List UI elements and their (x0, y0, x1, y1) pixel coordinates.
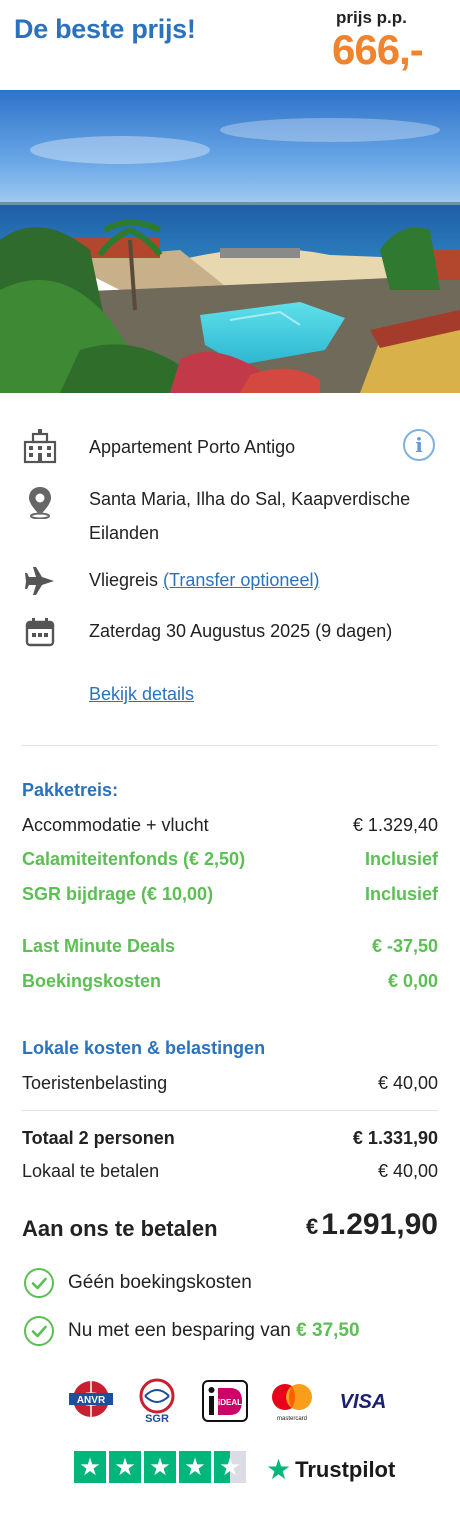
cost-label: SGR bijdrage (€ 10,00) (22, 884, 214, 904)
amount-due-value: €1.291,90 (306, 1208, 438, 1242)
tourist-tax-value: € 40,00 (377, 1073, 438, 1093)
divider (22, 1110, 438, 1111)
trustpilot-star-icon: ★ (266, 1454, 292, 1485)
divider (22, 745, 438, 746)
check-circle-icon (24, 1268, 54, 1298)
building-icon (22, 428, 58, 464)
page-title: De beste prijs! (14, 14, 196, 44)
local-heading-row: Lokale kosten & belastingen (22, 1038, 438, 1064)
travel-type: Vliegreis (89, 570, 159, 590)
travel-date: Zaterdag 30 Augustus 2025 (9 dagen) (89, 621, 393, 641)
star-icon: ★ (109, 1451, 141, 1483)
cost-row-last-minute: Last Minute Deals € -37,50 (22, 936, 438, 962)
visa-logo: VISA (336, 1378, 390, 1424)
benefit-text: Géén boekingskosten (68, 1272, 252, 1293)
amount-due-label: Aan ons te betalen (22, 1216, 218, 1241)
visa-logo-text: VISA (340, 1391, 387, 1413)
local-costs-heading: Lokale kosten & belastingen (22, 1038, 266, 1058)
cost-value: € 0,00 (387, 971, 438, 991)
benefit-text: Nu met een besparing van (68, 1320, 291, 1341)
price-header: De beste prijs! prijs p.p. 666,- (0, 0, 460, 90)
location-pin-icon (22, 484, 58, 520)
cost-value: € -37,50 (371, 936, 438, 956)
partner-logos: ANVR SGR iDEAL mastercard VISA (66, 1378, 396, 1424)
package-heading: Pakketreis: (22, 780, 119, 800)
amount-due-row: Aan ons te betalen €1.291,90 (22, 1208, 438, 1248)
location-line-2: Eilanden (89, 523, 160, 543)
ideal-logo: iDEAL (200, 1378, 250, 1424)
trustpilot-label: Trustpilot (295, 1456, 396, 1482)
cost-value: € 1.329,40 (352, 815, 438, 835)
cost-row-booking-fee: Boekingskosten € 0,00 (22, 971, 438, 997)
cost-label: Calamiteitenfonds (€ 2,50) (22, 849, 246, 869)
tourist-tax-row: Toeristenbelasting € 40,00 (22, 1073, 438, 1099)
total-persons-row: Totaal 2 personen € 1.331,90 (22, 1128, 438, 1154)
price-per-person: 666,- (332, 26, 424, 73)
star-icon: ★ (144, 1451, 176, 1483)
star-icon: ★ (179, 1451, 211, 1483)
info-icon[interactable]: i (403, 429, 435, 461)
transfer-optional-link[interactable]: (Transfer optioneel) (163, 570, 319, 590)
sgr-logo: SGR (132, 1378, 182, 1424)
cost-row-sgr: SGR bijdrage (€ 10,00) Inclusief (22, 884, 438, 910)
cost-value: Inclusief (364, 884, 438, 904)
trustpilot-logo: ★ Trustpilot (266, 1453, 395, 1486)
anvr-logo-text: ANVR (77, 1395, 106, 1406)
local-pay-value: € 40,00 (377, 1161, 438, 1181)
trustpilot-rating[interactable]: ★ ★ ★ ★ ★ ★ Trustpilot (74, 1451, 404, 1485)
airplane-icon (22, 563, 58, 599)
location-line-1: Santa Maria, Ilha do Sal, Kaapverdische (89, 489, 411, 509)
star-icon: ★ (74, 1451, 106, 1483)
calendar-icon (22, 614, 58, 650)
anvr-logo: ANVR (66, 1378, 116, 1424)
total-value: € 1.331,90 (352, 1128, 438, 1148)
cost-label: Accommodatie + vlucht (22, 815, 209, 835)
mastercard-logo: mastercard (266, 1378, 318, 1424)
cost-row-accommodation: Accommodatie + vlucht € 1.329,40 (22, 815, 438, 841)
cost-label: Last Minute Deals (22, 936, 176, 956)
view-details-link[interactable]: Bekijk details (89, 684, 194, 705)
ideal-logo-text: iDEAL (218, 1398, 242, 1407)
tourist-tax-label: Toeristenbelasting (22, 1073, 168, 1093)
cost-row-calamity-fund: Calamiteitenfonds (€ 2,50) Inclusief (22, 849, 438, 875)
local-pay-label: Lokaal te betalen (22, 1161, 160, 1181)
savings-amount: € 37,50 (296, 1320, 360, 1341)
amount-due-number: 1.291,90 (321, 1208, 438, 1241)
accommodation-name: Appartement Porto Antigo (89, 437, 296, 457)
half-star-icon: ★ (214, 1451, 246, 1483)
local-pay-row: Lokaal te betalen € 40,00 (22, 1161, 438, 1187)
package-heading-row: Pakketreis: (22, 780, 438, 806)
cost-value: Inclusief (364, 849, 438, 869)
currency-symbol: € (305, 1214, 319, 1239)
sgr-logo-text: SGR (145, 1413, 169, 1424)
hotel-photo[interactable] (0, 90, 460, 393)
price-per-person-label: prijs p.p. (336, 8, 407, 27)
cost-label: Boekingskosten (22, 971, 162, 991)
check-circle-icon (24, 1316, 54, 1346)
mastercard-logo-text: mastercard (277, 1416, 307, 1422)
total-label: Totaal 2 personen (22, 1128, 175, 1148)
